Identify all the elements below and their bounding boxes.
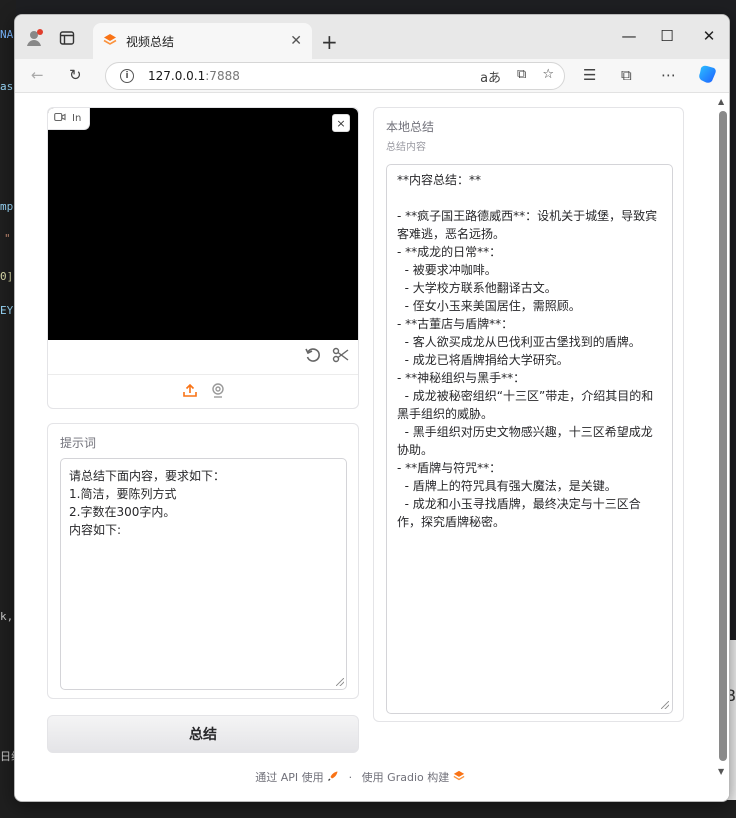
footer-separator: · [348,770,353,784]
built-with-gradio-link[interactable]: 使用 Gradio 构建 [362,771,450,784]
page-footer: 通过 API 使用 · 使用 Gradio 构建 [15,769,705,785]
gradio-logo-icon [103,33,117,50]
tab-close-icon[interactable]: ✕ [290,33,302,49]
background-bottom-bar [0,800,736,818]
read-aloud-icon[interactable]: aあ [480,67,501,86]
gradio-logo-icon [453,770,465,785]
background-text: EY [0,304,14,317]
browser-toolbar: ← ↻ i 127.0.0.1:7888 aあ ⧉ ☆ ☰ ⧉ ⋯ [15,59,729,93]
more-menu-icon[interactable]: ⋯ [661,66,676,84]
address-bar[interactable]: i 127.0.0.1:7888 aあ ⧉ ☆ [105,62,565,90]
summary-label: 总结内容 [386,142,426,153]
background-text: NA [0,28,14,41]
title-bar: 视频总结 ✕ + — ☐ ✕ [15,15,729,59]
prompt-textarea[interactable]: 请总结下面内容，要求如下： 1.简洁，要陈列方式 2.字数在300字内。 内容如… [60,458,347,690]
reader-mode-icon[interactable]: ⧉ [517,67,526,86]
browser-window: 视频总结 ✕ + — ☐ ✕ ← ↻ i 127.0.0.1:7888 aあ ⧉… [14,14,730,802]
page-scrollbar[interactable]: ▲ ▼ [718,97,727,776]
prompt-panel: 提示词 请总结下面内容，要求如下： 1.简洁，要陈列方式 2.字数在300字内。… [47,423,359,699]
scroll-down-icon[interactable]: ▼ [718,767,724,776]
video-input[interactable]: In × [47,107,359,409]
background-text: 0] [0,270,14,283]
scissors-icon[interactable] [332,346,350,368]
background-text: as [0,80,14,93]
summary-title: 本地总结 [386,120,435,134]
background-text: mp [0,200,14,213]
webcam-icon[interactable] [210,382,226,402]
video-preview[interactable] [48,108,358,340]
clear-video-button[interactable]: × [332,114,350,132]
back-icon[interactable]: ← [31,66,44,84]
minimize-icon[interactable]: — [619,27,639,45]
tab-actions-icon[interactable] [59,30,75,46]
profile-icon[interactable] [25,28,45,48]
tab-title: 视频总结 [126,34,175,49]
tab-video-summary[interactable]: 视频总结 ✕ [93,23,312,59]
favorites-icon[interactable]: ☰ [583,66,596,84]
maximize-icon[interactable]: ☐ [657,27,677,45]
summarize-button[interactable]: 总结 [47,715,359,753]
video-source-selector [182,382,226,402]
favorite-star-icon[interactable]: ☆ [542,67,554,86]
copilot-icon[interactable] [697,63,719,89]
upload-icon[interactable] [182,382,198,402]
collections-icon[interactable]: ⧉ [621,66,632,84]
summary-textarea[interactable]: **内容总结：** - **疯子国王路德威西**：设机关于城堡，导致宾客难逃，恶… [386,164,673,714]
address-url: 127.0.0.1:7888 [148,69,240,83]
undo-icon[interactable] [304,346,322,368]
summary-panel: 本地总结 总结内容 **内容总结：** - **疯子国王路德威西**：设机关于城… [373,107,684,722]
use-via-api-link[interactable]: 通过 API 使用 [255,771,323,784]
video-source-badge: In [48,108,91,130]
resize-handle[interactable] [661,701,669,709]
video-source-label: In [72,113,82,124]
prompt-label: 提示词 [60,436,97,450]
scroll-thumb[interactable] [719,111,727,761]
background-text: " [4,232,11,245]
refresh-icon[interactable]: ↻ [69,66,82,84]
rocket-icon [327,771,343,785]
video-edit-tools [304,346,350,368]
new-tab-icon[interactable]: + [321,30,338,54]
divider [48,374,358,375]
scroll-up-icon[interactable]: ▲ [718,97,724,106]
close-window-icon[interactable]: ✕ [699,27,719,45]
camera-icon [54,112,66,125]
site-info-icon[interactable]: i [120,69,134,83]
page-viewport: In × 提示词 请总结下面内容，要求如下： 1.简洁，要陈列方式 2.字数在3… [15,93,729,801]
resize-handle[interactable] [336,678,344,686]
background-text: k, [0,610,14,623]
